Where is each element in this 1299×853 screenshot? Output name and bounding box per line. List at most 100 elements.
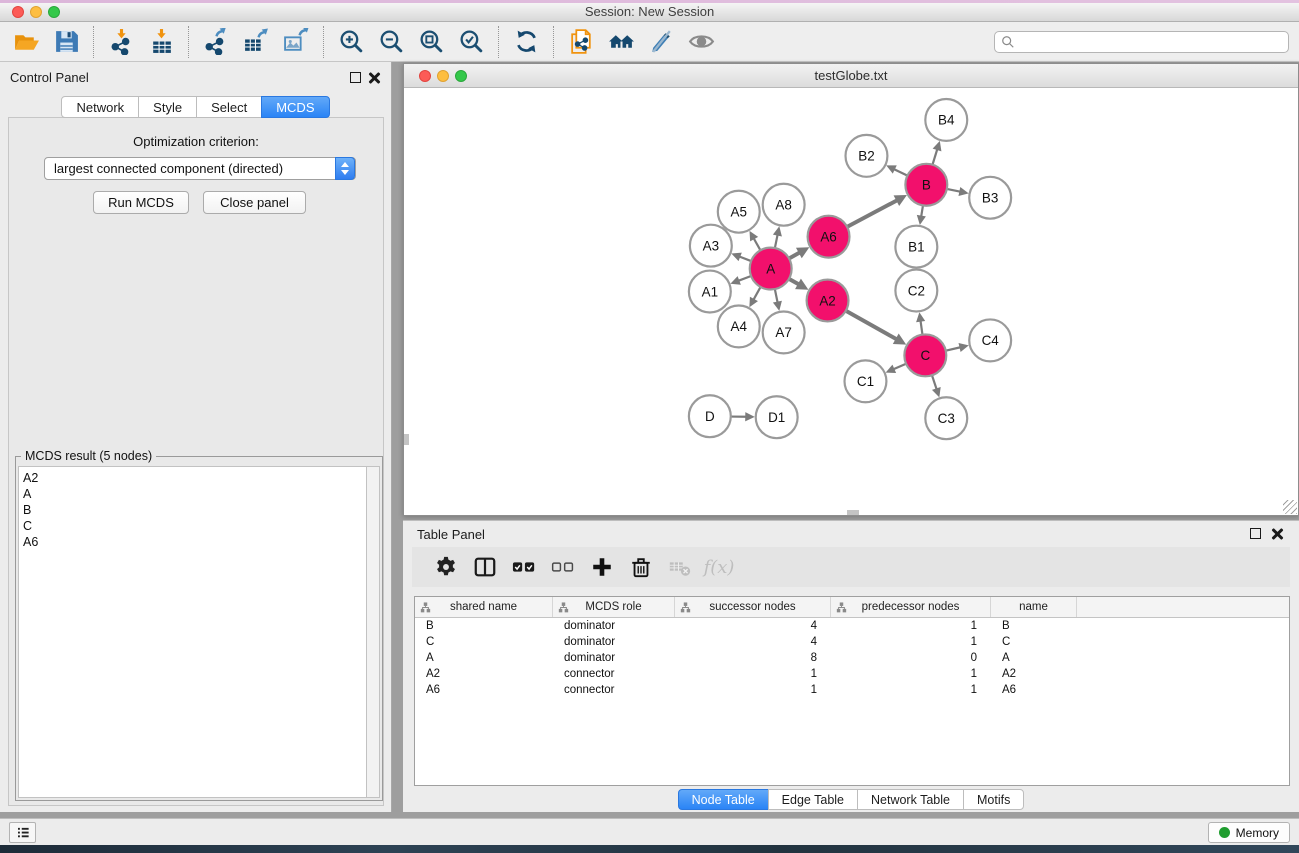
open-session-button[interactable] xyxy=(6,25,46,59)
minimize-window-icon[interactable] xyxy=(30,6,42,18)
column-header-predecessor-nodes[interactable]: predecessor nodes xyxy=(831,597,991,617)
select-all-rows-button[interactable] xyxy=(506,551,542,583)
import-network-button[interactable] xyxy=(101,25,141,59)
tab-select[interactable]: Select xyxy=(196,96,262,118)
resize-grip[interactable] xyxy=(1283,500,1297,514)
cell-successor-nodes[interactable]: 4 xyxy=(675,634,831,650)
close-table-panel-icon[interactable] xyxy=(1271,528,1283,540)
zoom-selected-button[interactable] xyxy=(451,25,491,59)
horizontal-scroll-thumb[interactable] xyxy=(847,510,859,515)
cell-predecessor-nodes[interactable]: 1 xyxy=(831,666,991,682)
node-A8[interactable]: A8 xyxy=(763,184,805,226)
node-A[interactable]: A xyxy=(750,248,792,290)
delete-column-button[interactable] xyxy=(623,551,659,583)
export-image-button[interactable] xyxy=(276,25,316,59)
save-session-button[interactable] xyxy=(46,25,86,59)
edge-A-A3[interactable] xyxy=(731,253,751,262)
cell-shared-name[interactable]: C xyxy=(415,634,553,650)
table-row[interactable]: Adominator80A xyxy=(415,650,1289,666)
column-header-successor-nodes[interactable]: successor nodes xyxy=(675,597,831,617)
zoom-in-button[interactable] xyxy=(331,25,371,59)
clone-network-button[interactable] xyxy=(561,25,601,59)
node-C3[interactable]: C3 xyxy=(925,397,967,439)
cell-shared-name[interactable]: A6 xyxy=(415,682,553,698)
export-network-button[interactable] xyxy=(196,25,236,59)
column-header-name[interactable]: name xyxy=(991,597,1077,617)
deselect-all-rows-button[interactable] xyxy=(545,551,581,583)
cell-predecessor-nodes[interactable]: 1 xyxy=(831,618,991,634)
network-canvas[interactable]: AA1A2A3A4A5A6A7A8BB1B2B3B4CC1C2C3C4DD1 xyxy=(406,89,1296,513)
vertical-scroll-thumb[interactable] xyxy=(404,434,409,445)
show-panels-button[interactable] xyxy=(9,822,36,843)
node-B1[interactable]: B1 xyxy=(895,226,937,268)
cell-name[interactable]: A2 xyxy=(991,666,1077,682)
cell-shared-name[interactable]: B xyxy=(415,618,553,634)
node-C[interactable]: C xyxy=(904,334,946,376)
add-column-button[interactable] xyxy=(584,551,620,583)
table-row[interactable]: Cdominator41C xyxy=(415,634,1289,650)
hide-annotations-button[interactable] xyxy=(641,25,681,59)
node-C4[interactable]: C4 xyxy=(969,319,1011,361)
show-graphics-details-button[interactable] xyxy=(681,25,721,59)
cell-mcds-role[interactable]: dominator xyxy=(553,618,675,634)
tab-network-table[interactable]: Network Table xyxy=(857,789,964,810)
cell-mcds-role[interactable]: connector xyxy=(553,666,675,682)
cell-predecessor-nodes[interactable]: 1 xyxy=(831,682,991,698)
node-A4[interactable]: A4 xyxy=(718,305,760,347)
result-item[interactable]: B xyxy=(23,502,366,518)
export-table-button[interactable] xyxy=(236,25,276,59)
node-C2[interactable]: C2 xyxy=(895,270,937,312)
cell-successor-nodes[interactable]: 1 xyxy=(675,666,831,682)
edge-B-B2[interactable] xyxy=(886,165,907,175)
memory-button[interactable]: Memory xyxy=(1208,822,1290,843)
edge-A-A8[interactable] xyxy=(773,226,782,248)
search-input[interactable] xyxy=(994,31,1289,53)
table-settings-button[interactable] xyxy=(428,551,464,583)
edge-A-A7[interactable] xyxy=(773,289,782,311)
edge-A-A6[interactable] xyxy=(789,247,809,258)
node-B[interactable]: B xyxy=(905,164,947,206)
zoom-window-icon[interactable] xyxy=(48,6,60,18)
cell-predecessor-nodes[interactable]: 1 xyxy=(831,634,991,650)
node-D[interactable]: D xyxy=(689,395,731,437)
cell-mcds-role[interactable]: dominator xyxy=(553,650,675,666)
cell-name[interactable]: B xyxy=(991,618,1077,634)
edge-B-B4[interactable] xyxy=(932,141,941,165)
node-B4[interactable]: B4 xyxy=(925,99,967,141)
node-A7[interactable]: A7 xyxy=(763,311,805,353)
result-list-scrollbar[interactable] xyxy=(366,466,380,798)
home-button[interactable] xyxy=(601,25,641,59)
edge-A-A5[interactable] xyxy=(750,231,761,250)
network-zoom-icon[interactable] xyxy=(455,70,467,82)
result-item[interactable]: A6 xyxy=(23,534,366,550)
function-builder-button[interactable]: f(x) xyxy=(701,551,737,583)
close-panel-button[interactable]: Close panel xyxy=(203,191,306,214)
edge-A2-C[interactable] xyxy=(846,311,906,345)
node-B3[interactable]: B3 xyxy=(969,177,1011,219)
delete-table-button[interactable] xyxy=(662,551,698,583)
edge-A-A2[interactable] xyxy=(789,279,808,290)
edge-D-D1[interactable] xyxy=(731,412,755,421)
tab-node-table[interactable]: Node Table xyxy=(678,789,769,810)
node-D1[interactable]: D1 xyxy=(756,396,798,438)
tab-motifs[interactable]: Motifs xyxy=(963,789,1024,810)
criterion-dropdown[interactable]: largest connected component (directed) xyxy=(44,157,356,180)
node-A5[interactable]: A5 xyxy=(718,191,760,233)
table-row[interactable]: Bdominator41B xyxy=(415,618,1289,634)
edge-C-C4[interactable] xyxy=(946,343,969,352)
node-A3[interactable]: A3 xyxy=(690,225,732,267)
node-A6[interactable]: A6 xyxy=(808,216,850,258)
network-close-icon[interactable] xyxy=(419,70,431,82)
float-table-panel-icon[interactable] xyxy=(1250,528,1261,539)
cell-mcds-role[interactable]: connector xyxy=(553,682,675,698)
column-header-mcds-role[interactable]: MCDS role xyxy=(553,597,675,617)
cell-successor-nodes[interactable]: 1 xyxy=(675,682,831,698)
cell-shared-name[interactable]: A xyxy=(415,650,553,666)
cell-mcds-role[interactable]: dominator xyxy=(553,634,675,650)
node-C1[interactable]: C1 xyxy=(845,360,887,402)
edge-A-A1[interactable] xyxy=(730,276,751,285)
edge-C-C1[interactable] xyxy=(886,364,906,373)
edge-C-C2[interactable] xyxy=(916,312,925,334)
cell-successor-nodes[interactable]: 4 xyxy=(675,618,831,634)
result-item[interactable]: A2 xyxy=(23,470,366,486)
